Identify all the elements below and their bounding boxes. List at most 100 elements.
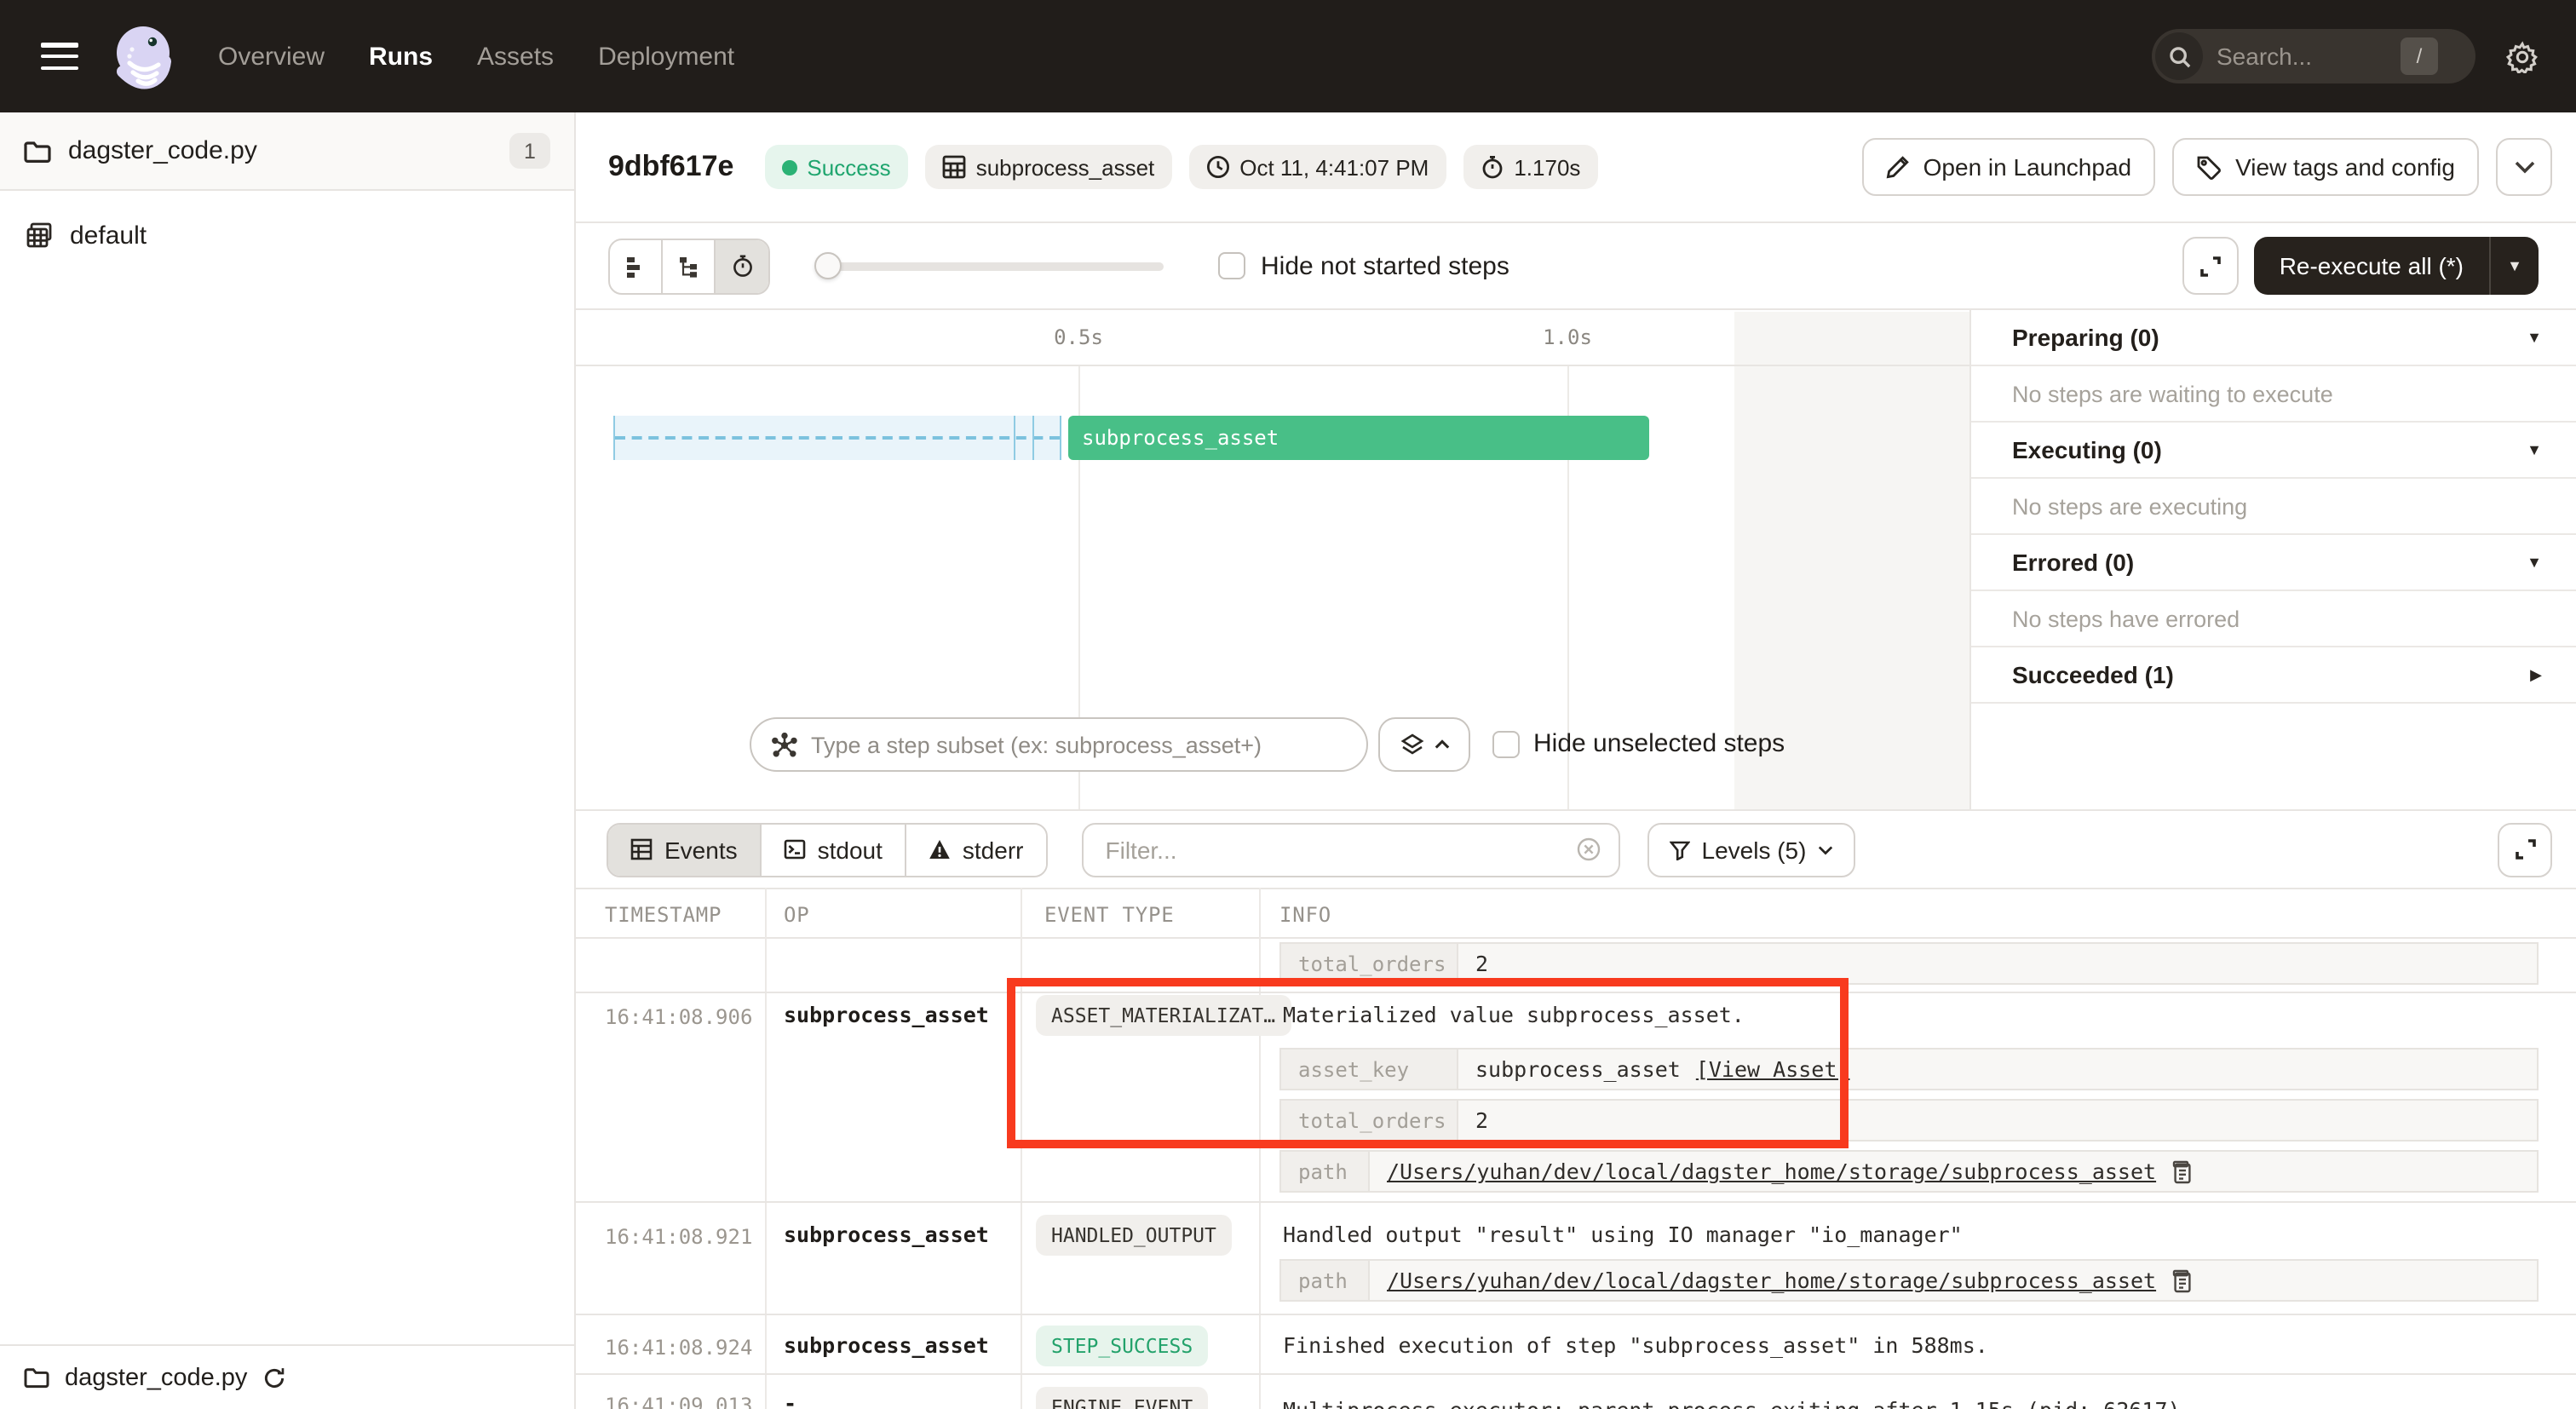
chevron-down-icon	[2514, 160, 2534, 174]
run-id: 9dbf617e	[608, 150, 733, 184]
tab-stdout[interactable]: stdout	[762, 824, 906, 875]
step-subset-input[interactable]	[811, 732, 1346, 757]
asset-grid-icon	[942, 155, 966, 179]
tick-1-0s: 1.0s	[1530, 325, 1605, 349]
folder-icon	[24, 139, 51, 163]
success-dot-icon	[781, 159, 796, 175]
pencil-icon	[1886, 155, 1910, 179]
view-waterfall-icon-button[interactable]	[663, 239, 716, 292]
reexecute-dropdown-caret[interactable]: ▼	[2489, 237, 2539, 295]
col-op: OP	[784, 903, 810, 927]
top-nav: Overview Runs Assets Deployment /	[0, 0, 2576, 112]
menu-icon[interactable]	[41, 43, 78, 70]
levels-filter-button[interactable]: Levels (5)	[1647, 822, 1856, 877]
copy-icon[interactable]	[2171, 1159, 2192, 1183]
path-link[interactable]: /Users/yuhan/dev/local/dagster_home/stor…	[1387, 1159, 2156, 1184]
tab-stderr[interactable]: stderr	[906, 824, 1046, 875]
chevron-down-icon	[1818, 844, 1833, 854]
asset-group-icon	[26, 221, 53, 249]
table-icon	[630, 838, 653, 860]
panel-body-executing: No steps are executing	[1971, 479, 2576, 535]
panel-section-succeeded[interactable]: Succeeded (1)▶	[1971, 647, 2576, 704]
log-filter-input[interactable]	[1106, 836, 1576, 863]
col-timestamp: TIMESTAMP	[605, 903, 722, 927]
run-header: 9dbf617e Success subprocess_asset Oct 11…	[576, 112, 2576, 223]
search-input[interactable]	[2217, 43, 2401, 70]
nav-deployment[interactable]: Deployment	[598, 42, 734, 71]
kv-row-total-orders: total_orders 2	[1279, 942, 2539, 985]
global-search[interactable]: /	[2152, 29, 2475, 83]
sidebar-item-code-location[interactable]: dagster_code.py 1	[0, 112, 574, 191]
settings-gear-icon[interactable]	[2506, 40, 2539, 72]
caret-down-icon: ▼	[2527, 329, 2542, 346]
events-toolbar: Events stdout stderr Levels (5)	[576, 809, 2576, 888]
dagster-logo[interactable]	[109, 22, 177, 90]
tick-0-5s: 0.5s	[1041, 325, 1116, 349]
folder-icon	[24, 1366, 49, 1389]
panel-body-errored: No steps have errored	[1971, 591, 2576, 647]
search-shortcut-badge: /	[2401, 37, 2438, 75]
step-status-panel: Preparing (0)▼ No steps are waiting to e…	[1969, 310, 2576, 809]
chevron-up-icon	[1434, 739, 1449, 750]
gantt-view-mode-toggle	[608, 238, 770, 294]
panel-section-errored[interactable]: Errored (0)▼	[1971, 535, 2576, 591]
path-link[interactable]: /Users/yuhan/dev/local/dagster_home/stor…	[1387, 1268, 2156, 1293]
panel-section-executing[interactable]: Executing (0)▼	[1971, 423, 2576, 479]
layers-icon	[1400, 733, 1423, 756]
event-type-pill: ASSET_MATERIALIZAT…	[1036, 995, 1291, 1036]
sidebar: dagster_code.py 1 default dagster_code.p…	[0, 112, 576, 1409]
slider-knob[interactable]	[814, 252, 842, 279]
code-location-name: dagster_code.py	[68, 136, 257, 165]
gantt-toolbar: Hide not started steps Re-execute all (*…	[576, 223, 2576, 310]
kv-row-total-orders: total_orders 2	[1279, 1099, 2539, 1142]
nav-overview[interactable]: Overview	[218, 42, 325, 71]
run-detail-main: 9dbf617e Success subprocess_asset Oct 11…	[576, 112, 2576, 1409]
kv-row-path: path /Users/yuhan/dev/local/dagster_home…	[1279, 1259, 2539, 1302]
log-filter-box[interactable]	[1082, 822, 1620, 877]
clear-filter-icon[interactable]	[1576, 837, 1601, 862]
caret-right-icon: ▶	[2530, 665, 2542, 684]
kv-row-path: path /Users/yuhan/dev/local/dagster_home…	[1279, 1150, 2539, 1193]
panel-body-preparing: No steps are waiting to execute	[1971, 366, 2576, 423]
log-view-tabs: Events stdout stderr	[607, 822, 1048, 877]
col-info: INFO	[1279, 903, 1331, 927]
gantt-timeline: 0.5s 1.0s	[576, 310, 1969, 366]
run-actions-chevron-button[interactable]	[2496, 138, 2552, 196]
caret-down-icon: ▼	[2527, 554, 2542, 571]
hide-not-started-checkbox[interactable]	[1218, 252, 1245, 279]
run-duration: 1.170s	[1463, 145, 1597, 189]
step-layers-button[interactable]	[1378, 717, 1470, 772]
tab-events[interactable]: Events	[608, 824, 762, 875]
step-subset-inputbox[interactable]	[750, 717, 1368, 772]
expand-icon	[2199, 255, 2222, 277]
panel-section-preparing[interactable]: Preparing (0)▼	[1971, 310, 2576, 366]
run-count-badge: 1	[509, 133, 550, 169]
nav-runs[interactable]: Runs	[369, 42, 433, 71]
stopwatch-icon	[1480, 155, 1504, 179]
reload-icon[interactable]	[262, 1366, 286, 1389]
gantt-fullscreen-button[interactable]	[2182, 237, 2239, 295]
view-asset-link[interactable]: [View Asset]	[1696, 1056, 1850, 1082]
expand-icon	[2514, 838, 2536, 860]
gantt-waiting-bar[interactable]	[613, 416, 1061, 460]
sidebar-item-default-group[interactable]: default	[0, 203, 574, 267]
open-in-launchpad-button[interactable]: Open in Launchpad	[1862, 138, 2155, 196]
gantt-zoom-slider[interactable]	[818, 252, 1164, 279]
asset-tag[interactable]: subprocess_asset	[925, 145, 1172, 189]
hide-not-started-label: Hide not started steps	[1261, 251, 1509, 280]
nav-assets[interactable]: Assets	[477, 42, 554, 71]
events-fullscreen-button[interactable]	[2498, 822, 2552, 877]
search-icon	[2155, 32, 2203, 80]
view-tags-config-button[interactable]: View tags and config	[2172, 138, 2479, 196]
copy-icon[interactable]	[2171, 1268, 2192, 1292]
tag-icon	[2196, 154, 2222, 180]
event-type-pill: HANDLED_OUTPUT	[1036, 1215, 1232, 1256]
hide-unselected-checkbox[interactable]	[1492, 731, 1520, 758]
reexecute-all-button[interactable]: Re-execute all (*) ▼	[2254, 237, 2539, 295]
view-flat-icon-button[interactable]	[610, 239, 663, 292]
step-subset-controls: Hide unselected steps	[576, 717, 1969, 772]
primary-nav: Overview Runs Assets Deployment	[218, 42, 734, 71]
view-timed-icon-button[interactable]	[716, 239, 768, 292]
caret-down-icon: ▼	[2527, 441, 2542, 458]
gantt-step-bar[interactable]: subprocess_asset	[1068, 416, 1649, 460]
